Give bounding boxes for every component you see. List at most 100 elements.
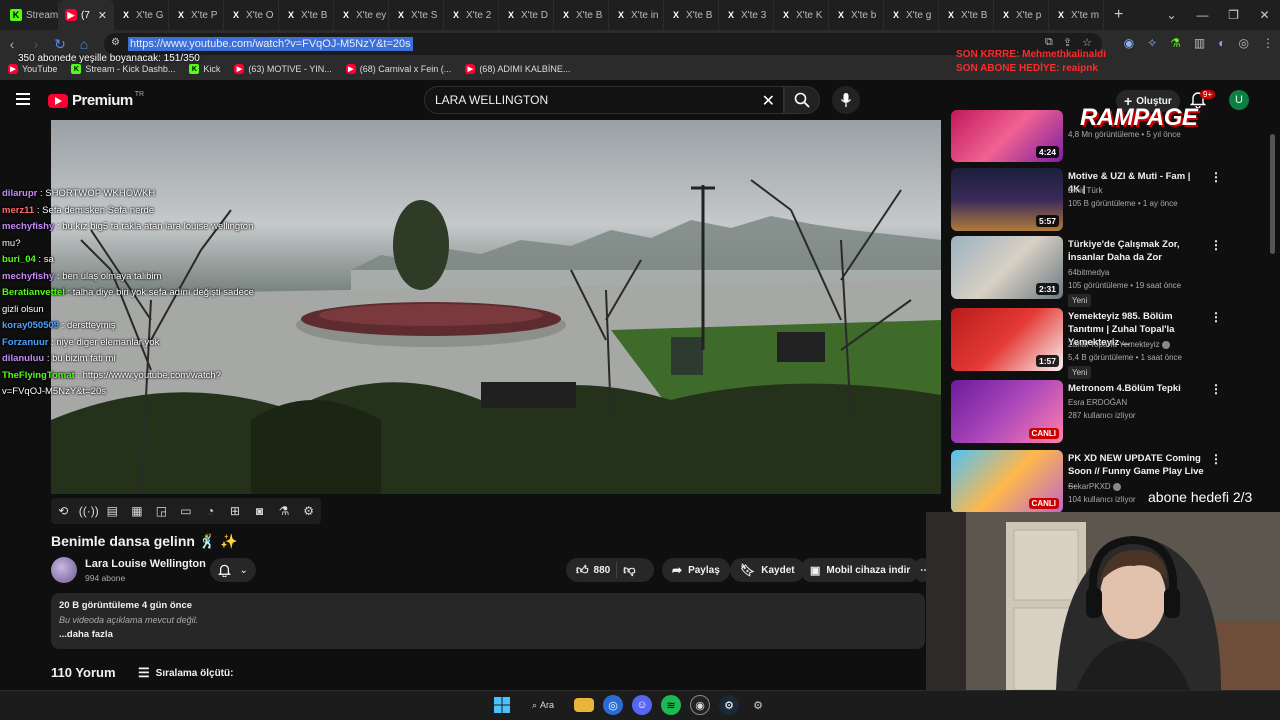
speed-icon[interactable]: ◔ (201, 504, 219, 518)
voice-search-button[interactable] (832, 86, 860, 114)
video-thumbnail[interactable]: CANLI (951, 450, 1063, 513)
subtitles-icon[interactable]: ▭ (177, 504, 195, 518)
reload-icon[interactable]: ↻ (48, 36, 72, 53)
browser-tab[interactable]: X X'te B (939, 0, 994, 30)
browser-app-icon[interactable]: ◎ (603, 695, 623, 715)
browser-tab[interactable]: X X'te 2 (444, 0, 499, 30)
menu-icon[interactable]: ⋮ (1262, 36, 1274, 50)
audio-icon[interactable]: ((·)) (79, 504, 99, 518)
close-tab-icon[interactable]: ✕ (98, 9, 107, 22)
labs-icon[interactable]: ⚗ (1170, 36, 1181, 50)
more-options-icon[interactable]: ⋮ (1210, 310, 1222, 324)
extensions-icon[interactable]: ✧ (1147, 36, 1157, 50)
download-mobile-button[interactable]: ▣ Mobil cihaza indir (800, 558, 921, 582)
url-text[interactable]: https://www.youtube.com/watch?v=FVqOJ-M5… (128, 37, 413, 51)
video-thumbnail[interactable]: 1:57 (951, 308, 1063, 371)
settings-gear-icon[interactable]: ⚙ (300, 504, 318, 518)
channel-avatar[interactable] (51, 557, 77, 583)
browser-tab[interactable]: X X'te ey (334, 0, 389, 30)
discord-icon[interactable]: ☺ (632, 695, 652, 715)
clear-search-icon[interactable]: ✕ (762, 91, 775, 111)
bookmark-item[interactable]: ▶ YouTube (8, 64, 57, 74)
browser-tab[interactable]: X X'te B (554, 0, 609, 30)
video-thumbnail[interactable]: CANLI (951, 380, 1063, 443)
taskbar-search-button[interactable]: ⌕ Ara (521, 695, 565, 715)
browser-tab[interactable]: X X'te D (499, 0, 554, 30)
recommended-video-title[interactable]: Metronom 4.Bölüm Tepki (1068, 382, 1204, 395)
bookmark-item[interactable]: K Stream - Kick Dashb... (71, 64, 175, 74)
sort-comments-button[interactable]: ☰ Sıralama ölçütü: (138, 665, 233, 681)
recommended-channel-name[interactable]: Zuhal Topal'la Yemekteyiz (1068, 338, 1218, 351)
youtube-logo[interactable]: Premium TR (48, 91, 144, 109)
subscription-bell-button[interactable]: ⌄ (210, 558, 256, 582)
description-box[interactable]: 20 B görüntüleme 4 gün önce Bu videoda a… (51, 593, 925, 649)
add-icon[interactable]: ⊞ (226, 504, 244, 518)
back-icon[interactable]: ‹ (0, 36, 24, 52)
recommended-channel-name[interactable]: 64bitmedya (1068, 266, 1218, 279)
recommended-channel-name[interactable]: Emir Türk (1068, 184, 1218, 197)
dislike-button[interactable]: 👎︎ (623, 563, 635, 578)
bookmark-item[interactable]: K Kick (189, 64, 220, 74)
browser-tab[interactable]: X X'te B (664, 0, 719, 30)
browser-tab[interactable]: X X'te K (774, 0, 829, 30)
close-window-icon[interactable]: ✕ (1249, 8, 1280, 22)
home-icon[interactable]: ⌂ (72, 36, 96, 52)
labs-player-icon[interactable]: ⚗ (275, 504, 293, 518)
more-options-icon[interactable]: ⋮ (1210, 238, 1222, 252)
loop-icon[interactable]: ⟲ (54, 504, 72, 518)
search-button[interactable] (784, 86, 820, 114)
browser-tab[interactable]: X X'te P (169, 0, 224, 30)
like-button[interactable]: 👍︎ 880 (576, 563, 610, 578)
sidebar-scrollbar[interactable] (1270, 120, 1275, 520)
windows-start-icon[interactable] (492, 695, 512, 715)
video-thumbnail[interactable]: 2:31 (951, 236, 1063, 299)
maximize-icon[interactable]: ❐ (1218, 8, 1249, 22)
browser-tab[interactable]: X X'te S (389, 0, 444, 30)
channel-name[interactable]: Lara Louise Wellington (85, 558, 206, 570)
browser-tab[interactable]: X X'te B (279, 0, 334, 30)
browser-tab[interactable]: ▶ (7 ✕ (59, 0, 114, 30)
omnibox[interactable]: ⚙ https://www.youtube.com/watch?v=FVqOJ-… (104, 33, 1102, 55)
more-options-icon[interactable]: ⋮ (1210, 382, 1222, 396)
browser-tab[interactable]: X X'te in (609, 0, 664, 30)
browser-tab[interactable]: X X'te g (884, 0, 939, 30)
new-tab-icon[interactable]: + (1104, 6, 1133, 24)
sidebar-icon[interactable]: ▥ (1194, 36, 1205, 50)
tab-search-icon[interactable]: ⌄ (1156, 8, 1187, 22)
profile-icon[interactable]: ◎ (1239, 36, 1249, 50)
profile-ext-icon[interactable]: ◐ (1218, 36, 1225, 50)
search-input[interactable]: LARA WELLINGTON ✕ (424, 86, 784, 114)
spotify-icon[interactable]: ≋ (661, 695, 681, 715)
screenshot-icon[interactable]: ◙ (251, 504, 269, 518)
video-thumbnail[interactable]: 4:24 (951, 110, 1063, 162)
browser-tab[interactable]: X X'te m (1049, 0, 1104, 30)
bookmark-item[interactable]: ▶ (63) MOTIVE - YIN... (234, 64, 332, 74)
account-avatar[interactable]: U (1229, 90, 1249, 110)
browser-tab[interactable]: X X'te b (829, 0, 884, 30)
miniplayer-icon[interactable]: ◲ (152, 504, 170, 518)
more-options-icon[interactable]: ⋮ (1210, 170, 1222, 184)
show-more-link[interactable]: ...daha fazla (59, 629, 917, 640)
scrollbar-thumb[interactable] (1270, 134, 1275, 254)
recommended-video-title[interactable]: Türkiye'de Çalışmak Zor, İnsanlar Daha d… (1068, 238, 1204, 264)
more-options-icon[interactable]: ⋮ (1210, 452, 1222, 466)
translate-icon[interactable]: ◉ (1124, 36, 1134, 50)
browser-tab[interactable]: X X'te G (114, 0, 169, 30)
hamburger-menu-icon[interactable] (16, 93, 30, 105)
site-info-icon[interactable]: ⚙ (111, 37, 120, 48)
bookmark-item[interactable]: ▶ (68) Carnival x Fein (... (345, 64, 451, 74)
recommended-channel-name[interactable]: Esra ERDOĞAN (1068, 396, 1218, 409)
obs-icon[interactable]: ◉ (690, 695, 710, 715)
browser-tab[interactable]: X X'te p (994, 0, 1049, 30)
share-button[interactable]: ➦ Paylaş (662, 558, 730, 582)
browser-tab[interactable]: K Stream (4, 0, 59, 30)
video-thumbnail[interactable]: 5:57 (951, 168, 1063, 231)
browser-tab[interactable]: X X'te O (224, 0, 279, 30)
minimize-icon[interactable]: — (1187, 8, 1218, 22)
steam-icon[interactable]: ⚙ (719, 695, 739, 715)
forward-icon[interactable]: › (24, 36, 48, 52)
settings-icon[interactable]: ⚙ (748, 695, 768, 715)
clip-icon[interactable]: ▦ (128, 504, 146, 518)
browser-tab[interactable]: X X'te 3 (719, 0, 774, 30)
bookmark-item[interactable]: ▶ (68) ADIMI KALBİNE... (465, 64, 570, 74)
